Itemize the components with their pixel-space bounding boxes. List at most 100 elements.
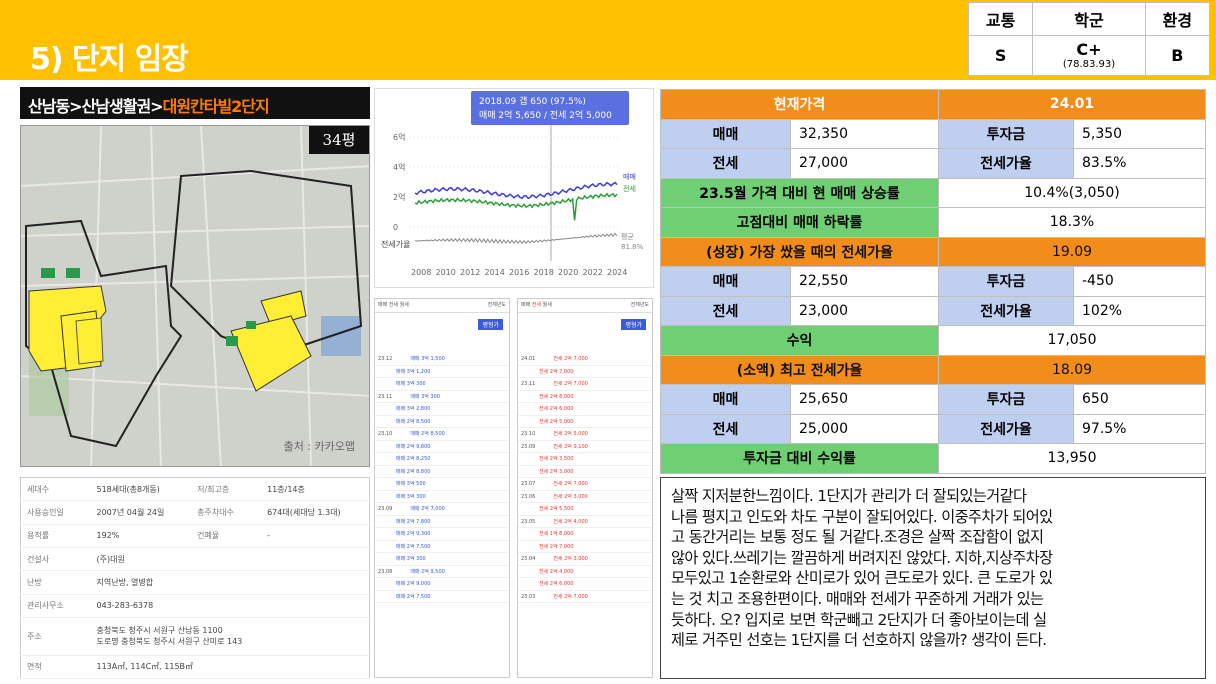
list-item[interactable]: 매매 3억 300	[375, 378, 509, 391]
complex-map: 34평 출처 : 카카오맵	[20, 125, 370, 467]
x-tick-label: 2018	[534, 268, 554, 277]
info-key: 면적	[20, 655, 91, 680]
grade-label-transport: 교통	[967, 2, 1034, 36]
low-sale-value: 25,650	[790, 384, 939, 415]
info-value: 2007년 04월 24일	[90, 500, 192, 525]
list-item[interactable]: 매매 2억 9,300	[375, 528, 509, 541]
list-item[interactable]: 매매 2억 7,500	[375, 541, 509, 553]
list-item[interactable]: 23.10 매매 2억 8,500	[375, 428, 509, 441]
list-item-price: 전세 2억 5,000	[539, 418, 574, 425]
list-item-price: 전세 2억 7,000	[553, 381, 588, 387]
info-value: 113A㎡, 114C㎡, 115B㎡	[90, 655, 370, 680]
map-image	[21, 126, 369, 466]
list-item[interactable]: 매매 2억 7,500	[375, 591, 509, 603]
ratio-value: 83.5%	[1073, 148, 1206, 179]
jeonse-label: 전세	[660, 148, 791, 179]
list-item[interactable]: 23.08 매매 2억 9,500	[375, 566, 509, 578]
grade-table: 교통 학군 환경 S C+ (78.83.93) B	[967, 2, 1211, 77]
list-item-price: 매매 2억 7,500	[396, 543, 431, 550]
list-item[interactable]: 23.11 전세 2억 7,000	[518, 378, 652, 391]
list-item-price: 전세 2억 6,000	[539, 581, 574, 587]
pyeong-button[interactable]: 평형가	[621, 319, 646, 330]
x-tick-label: 2020	[558, 268, 578, 277]
growth-jeonse-label: 전세	[660, 295, 791, 326]
list-item[interactable]: 전세 2억 4,000	[518, 566, 652, 578]
list-item[interactable]: 23.09 전세 2억 9,100	[518, 441, 652, 453]
tab-jeonse[interactable]: 전세	[532, 302, 541, 308]
jeonse-trade-list: 매매 전세 월세 전체년도 평형가 24.01 전세 2억 7,000 전세 2억 …	[517, 298, 653, 678]
list-item-price: 전세 2억 5,500	[539, 506, 574, 512]
list-item-price: 전세 2억 6,000	[539, 406, 574, 412]
list-item[interactable]: 매매 2억 9,000	[375, 578, 509, 591]
list-item[interactable]: 매매 2억 9,800	[375, 441, 509, 453]
list-item[interactable]: 매매 2억 7,800	[375, 516, 509, 528]
info-value: 11층/14층	[261, 477, 370, 502]
list-item[interactable]: 전세 2억 8,000	[518, 391, 652, 403]
list-item[interactable]: 23.06 전세 2억 3,000	[518, 491, 652, 503]
list-item[interactable]: 매매 3억 500	[375, 478, 509, 491]
chart-ratio-label: 전세가율	[381, 239, 410, 249]
address-jibun: 충청북도 청주시 서원구 산남동 1100	[96, 626, 223, 636]
list-item[interactable]: 매매 3억 1,200	[375, 366, 509, 378]
list-item-date: 23.05	[521, 518, 536, 525]
list-item[interactable]: 매매 3억 300	[375, 491, 509, 503]
list-item-price: 매매 2억 9,300	[396, 531, 431, 537]
x-tick-label: 2016	[509, 268, 529, 277]
site-visit-memo: 살짝 지저분한느낌이다. 1단지가 관리가 더 잘되있는거같다 나름 평지고 인…	[660, 477, 1206, 679]
year-filter[interactable]: 전체년도	[631, 301, 649, 308]
tab-sale[interactable]: 매매	[378, 302, 387, 308]
list-item-price: 전세 2억 4,000	[553, 518, 588, 525]
list-item[interactable]: 23.12 매매 3억 1,500	[375, 353, 509, 366]
list-item[interactable]: 23.03 전세 2억 7,000	[518, 591, 652, 603]
list-item-price: 전세 2억 7,000	[539, 543, 574, 550]
list-item[interactable]: 전세 1억 8,000	[518, 528, 652, 541]
list-item-price: 전세 2억 5,000	[553, 431, 588, 437]
list-item[interactable]: 매매 3억 2,800	[375, 403, 509, 416]
list-item[interactable]: 전세 2억 7,000	[518, 366, 652, 378]
list-item[interactable]: 전세 2억 6,000	[518, 578, 652, 591]
list-item[interactable]: 전세 2억 5,000	[518, 416, 652, 428]
info-row: 세대수 518세대(총8개동) 저/최고층 11층/14층	[20, 477, 370, 502]
list-item-price: 매매 2억 7,000	[410, 506, 445, 512]
list-item-price: 매매 2억 9,500	[410, 568, 445, 575]
tab-sale[interactable]: 매매	[521, 302, 530, 308]
tab-jeonse[interactable]: 전세	[389, 302, 398, 308]
tab-monthly[interactable]: 월세	[400, 302, 409, 308]
tab-monthly[interactable]: 월세	[543, 302, 552, 308]
growth-invest-label: 투자금	[938, 266, 1074, 297]
breadcrumb-complex: 대원칸타빌2단지	[162, 97, 270, 116]
info-key: 난방	[20, 570, 91, 595]
price-chart: 2018.09 갭 650 (97.5%) 매매 2억 5,650 / 전세 2…	[374, 88, 654, 288]
list-item[interactable]: 전세 2억 6,000	[518, 403, 652, 416]
info-value: 674대(세대당 1.3대)	[261, 500, 370, 525]
roi-value: 13,950	[938, 443, 1206, 474]
year-filter[interactable]: 전체년도	[488, 301, 506, 308]
list-item[interactable]: 매매 2억 8,250	[375, 453, 509, 466]
pyeong-button[interactable]: 평형가	[478, 319, 503, 330]
list-item[interactable]: 23.07 전세 2억 7,000	[518, 478, 652, 491]
info-value: 518세대(총8개동)	[90, 477, 192, 502]
list-item-price: 전세 2억 3,000	[553, 493, 588, 500]
list-item[interactable]: 24.01 전세 2억 7,000	[518, 353, 652, 366]
list-item[interactable]: 전세 2억 3,500	[518, 453, 652, 466]
list-item[interactable]: 23.04 전세 2억 3,000	[518, 553, 652, 566]
list-item[interactable]: 23.10 전세 2억 5,000	[518, 428, 652, 441]
list-item-date: 23.09	[521, 443, 536, 450]
list-item[interactable]: 23.05 전세 2억 4,000	[518, 516, 652, 528]
list-item[interactable]: 전세 2억 5,500	[518, 503, 652, 516]
list-item[interactable]: 매매 2억 8,800	[375, 466, 509, 478]
breadcrumb: 산남동>산남생활권>대원칸타빌2단지	[20, 87, 370, 119]
info-value-address: 충청북도 청주시 서원구 산남동 1100 도로명 충청북도 청주시 서원구 산…	[90, 617, 370, 656]
legend-sale: 매매	[623, 173, 636, 181]
list-item[interactable]: 23.09 매매 2억 7,000	[375, 503, 509, 516]
list-item-date: 23.07	[521, 481, 536, 487]
list-item[interactable]: 전세 2억 3,000	[518, 466, 652, 478]
sale-trade-list: 매매 전세 월세 전체년도 평형가 23.12 매매 3억 1,500 매매 3억 …	[374, 298, 510, 678]
growth-jeonse-value: 23,000	[790, 295, 939, 326]
list-item-date: 23.12	[378, 356, 393, 362]
list-item[interactable]: 매매 3억 300	[375, 553, 509, 566]
list-item[interactable]: 전세 2억 7,000	[518, 541, 652, 553]
list-item[interactable]: 매매 2억 8,500	[375, 416, 509, 428]
list-item-price: 전세 1억 8,000	[539, 531, 574, 537]
list-item[interactable]: 23.11 매매 3억 300	[375, 391, 509, 403]
